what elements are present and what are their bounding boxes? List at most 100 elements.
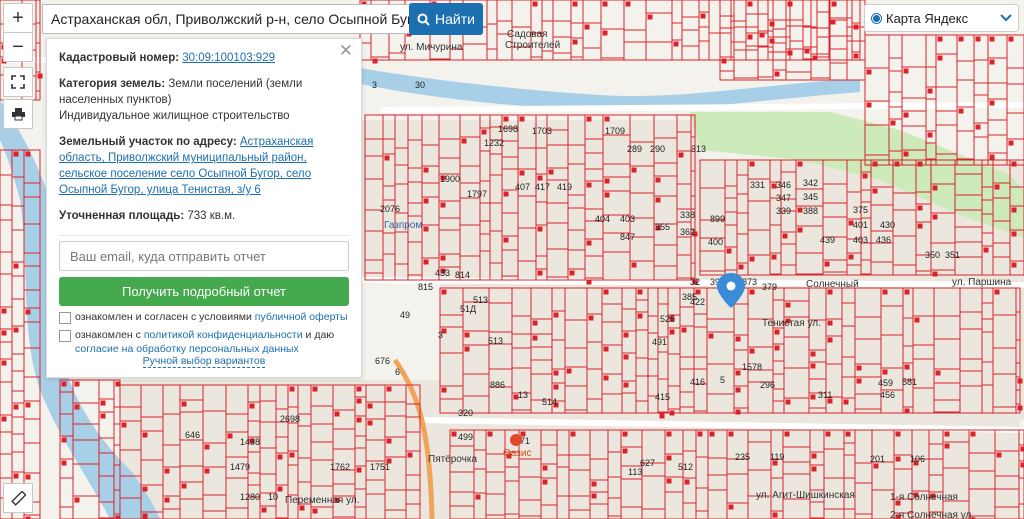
parcel-number: 6 — [395, 367, 400, 377]
building-footprint — [603, 346, 609, 352]
get-report-button[interactable]: Получить подробный отчет — [59, 277, 349, 306]
building-footprint — [935, 370, 941, 376]
building-footprint — [623, 332, 629, 338]
building-footprint — [735, 409, 741, 415]
manual-selection-link[interactable]: Ручной выбор вариантов — [142, 355, 266, 368]
street-label-parshina: ул. Паршина — [952, 277, 1012, 288]
consent-offer-checkbox[interactable] — [59, 312, 71, 324]
ruler-button[interactable] — [3, 483, 33, 513]
building-footprint — [586, 240, 592, 246]
parcel-number: 2698 — [280, 414, 300, 424]
building-footprint — [519, 170, 525, 176]
building-footprint — [572, 1, 578, 7]
map-type-label: Карта Яндекс — [886, 10, 969, 26]
building-footprint — [115, 381, 121, 387]
poi-pyaterochka[interactable]: Пятёрочка — [428, 454, 477, 465]
privacy-policy-link[interactable]: политикой конфиденциальности — [144, 329, 303, 341]
building-footprint — [890, 120, 896, 126]
building-footprint — [588, 315, 594, 321]
parcel-number: 525 — [660, 314, 675, 324]
building-footprint — [810, 351, 816, 357]
building-footprint — [121, 422, 127, 428]
parcel-number: 1498 — [240, 437, 260, 447]
building-footprint — [74, 404, 80, 410]
parcel-number: 106 — [910, 454, 925, 464]
parcel-number: 235 — [735, 452, 750, 462]
poi-oasis-icon[interactable] — [510, 434, 522, 446]
building-footprint — [856, 378, 862, 384]
parcel-outline[interactable] — [657, 411, 669, 414]
parcel-number: 436 — [876, 235, 891, 245]
street-label-peremennaya: Переменная ул. — [285, 495, 360, 506]
building-footprint — [74, 497, 80, 503]
building-footprint — [142, 486, 148, 492]
zoom-out-button[interactable]: − — [3, 32, 33, 62]
parcel-number: 338 — [680, 210, 695, 220]
parcel-outline[interactable] — [795, 273, 824, 276]
zoom-in-button[interactable]: + — [3, 3, 33, 33]
building-footprint — [983, 247, 989, 253]
building-footprint — [782, 233, 788, 239]
building-footprint — [784, 431, 790, 437]
search-button[interactable]: Найти — [409, 3, 483, 35]
parcel-number: 290 — [650, 144, 665, 154]
parcel-number: 1703 — [532, 126, 552, 136]
consent-privacy-checkbox[interactable] — [59, 330, 71, 342]
parcel-outline[interactable] — [933, 411, 961, 414]
expand-icon — [11, 75, 25, 89]
building-footprint — [882, 369, 888, 375]
building-footprint — [831, 1, 837, 7]
building-footprint — [903, 112, 909, 118]
parcel-number: 514 — [542, 397, 557, 407]
building-footprint — [772, 512, 778, 518]
building-footprint — [586, 279, 592, 285]
building-footprint — [721, 58, 727, 64]
building-footprint — [771, 254, 777, 260]
building-footprint — [673, 41, 679, 47]
poi-oasis[interactable]: Оазис — [503, 448, 531, 459]
building-footprint — [249, 403, 255, 409]
building-footprint — [797, 207, 803, 213]
building-footprint — [622, 431, 628, 437]
building-footprint — [853, 53, 859, 59]
parcel-number: 119 — [770, 452, 784, 462]
building-footprint — [604, 178, 610, 184]
parcel-number: 430 — [880, 220, 895, 230]
building-footprint — [812, 55, 818, 61]
parcel-number: 847 — [620, 232, 635, 242]
fullscreen-button[interactable] — [3, 67, 33, 97]
building-footprint — [944, 443, 950, 449]
search-input[interactable]: Астраханская обл, Приволжский р-н, село … — [42, 4, 410, 34]
building-footprint — [13, 151, 19, 157]
map-type-select[interactable]: Карта Яндекс — [864, 4, 1019, 32]
parcel-number: 3 — [438, 330, 443, 340]
building-footprint — [787, 1, 793, 7]
building-footprint — [440, 202, 446, 208]
building-footprint — [738, 264, 744, 270]
parcel-outline[interactable] — [769, 273, 782, 276]
building-footprint — [659, 413, 665, 419]
building-footprint — [655, 197, 661, 203]
building-footprint — [903, 151, 909, 157]
print-button[interactable] — [3, 99, 33, 129]
building-footprint — [356, 417, 362, 423]
parcel-outline[interactable] — [860, 273, 872, 276]
building-footprint — [537, 270, 543, 276]
building-footprint — [666, 478, 672, 484]
close-icon[interactable]: ✕ — [339, 42, 353, 59]
building-footprint — [61, 460, 67, 466]
parcel-outline[interactable] — [429, 58, 451, 61]
parcel-number: 439 — [820, 235, 835, 245]
public-offer-link[interactable]: публичной оферты — [255, 311, 348, 323]
building-footprint — [843, 399, 849, 405]
email-field[interactable] — [59, 241, 349, 271]
cadastral-number-link[interactable]: 30:09:100103:929 — [182, 52, 275, 64]
parcel-number: 581 — [902, 377, 917, 387]
parcel-number: 201 — [870, 454, 885, 464]
poi-gazprom[interactable]: Газпром — [384, 220, 422, 231]
building-footprint — [451, 431, 457, 437]
building-footprint — [797, 227, 803, 233]
building-footprint — [830, 19, 836, 25]
building-footprint — [866, 69, 872, 75]
building-footprint — [537, 175, 543, 181]
